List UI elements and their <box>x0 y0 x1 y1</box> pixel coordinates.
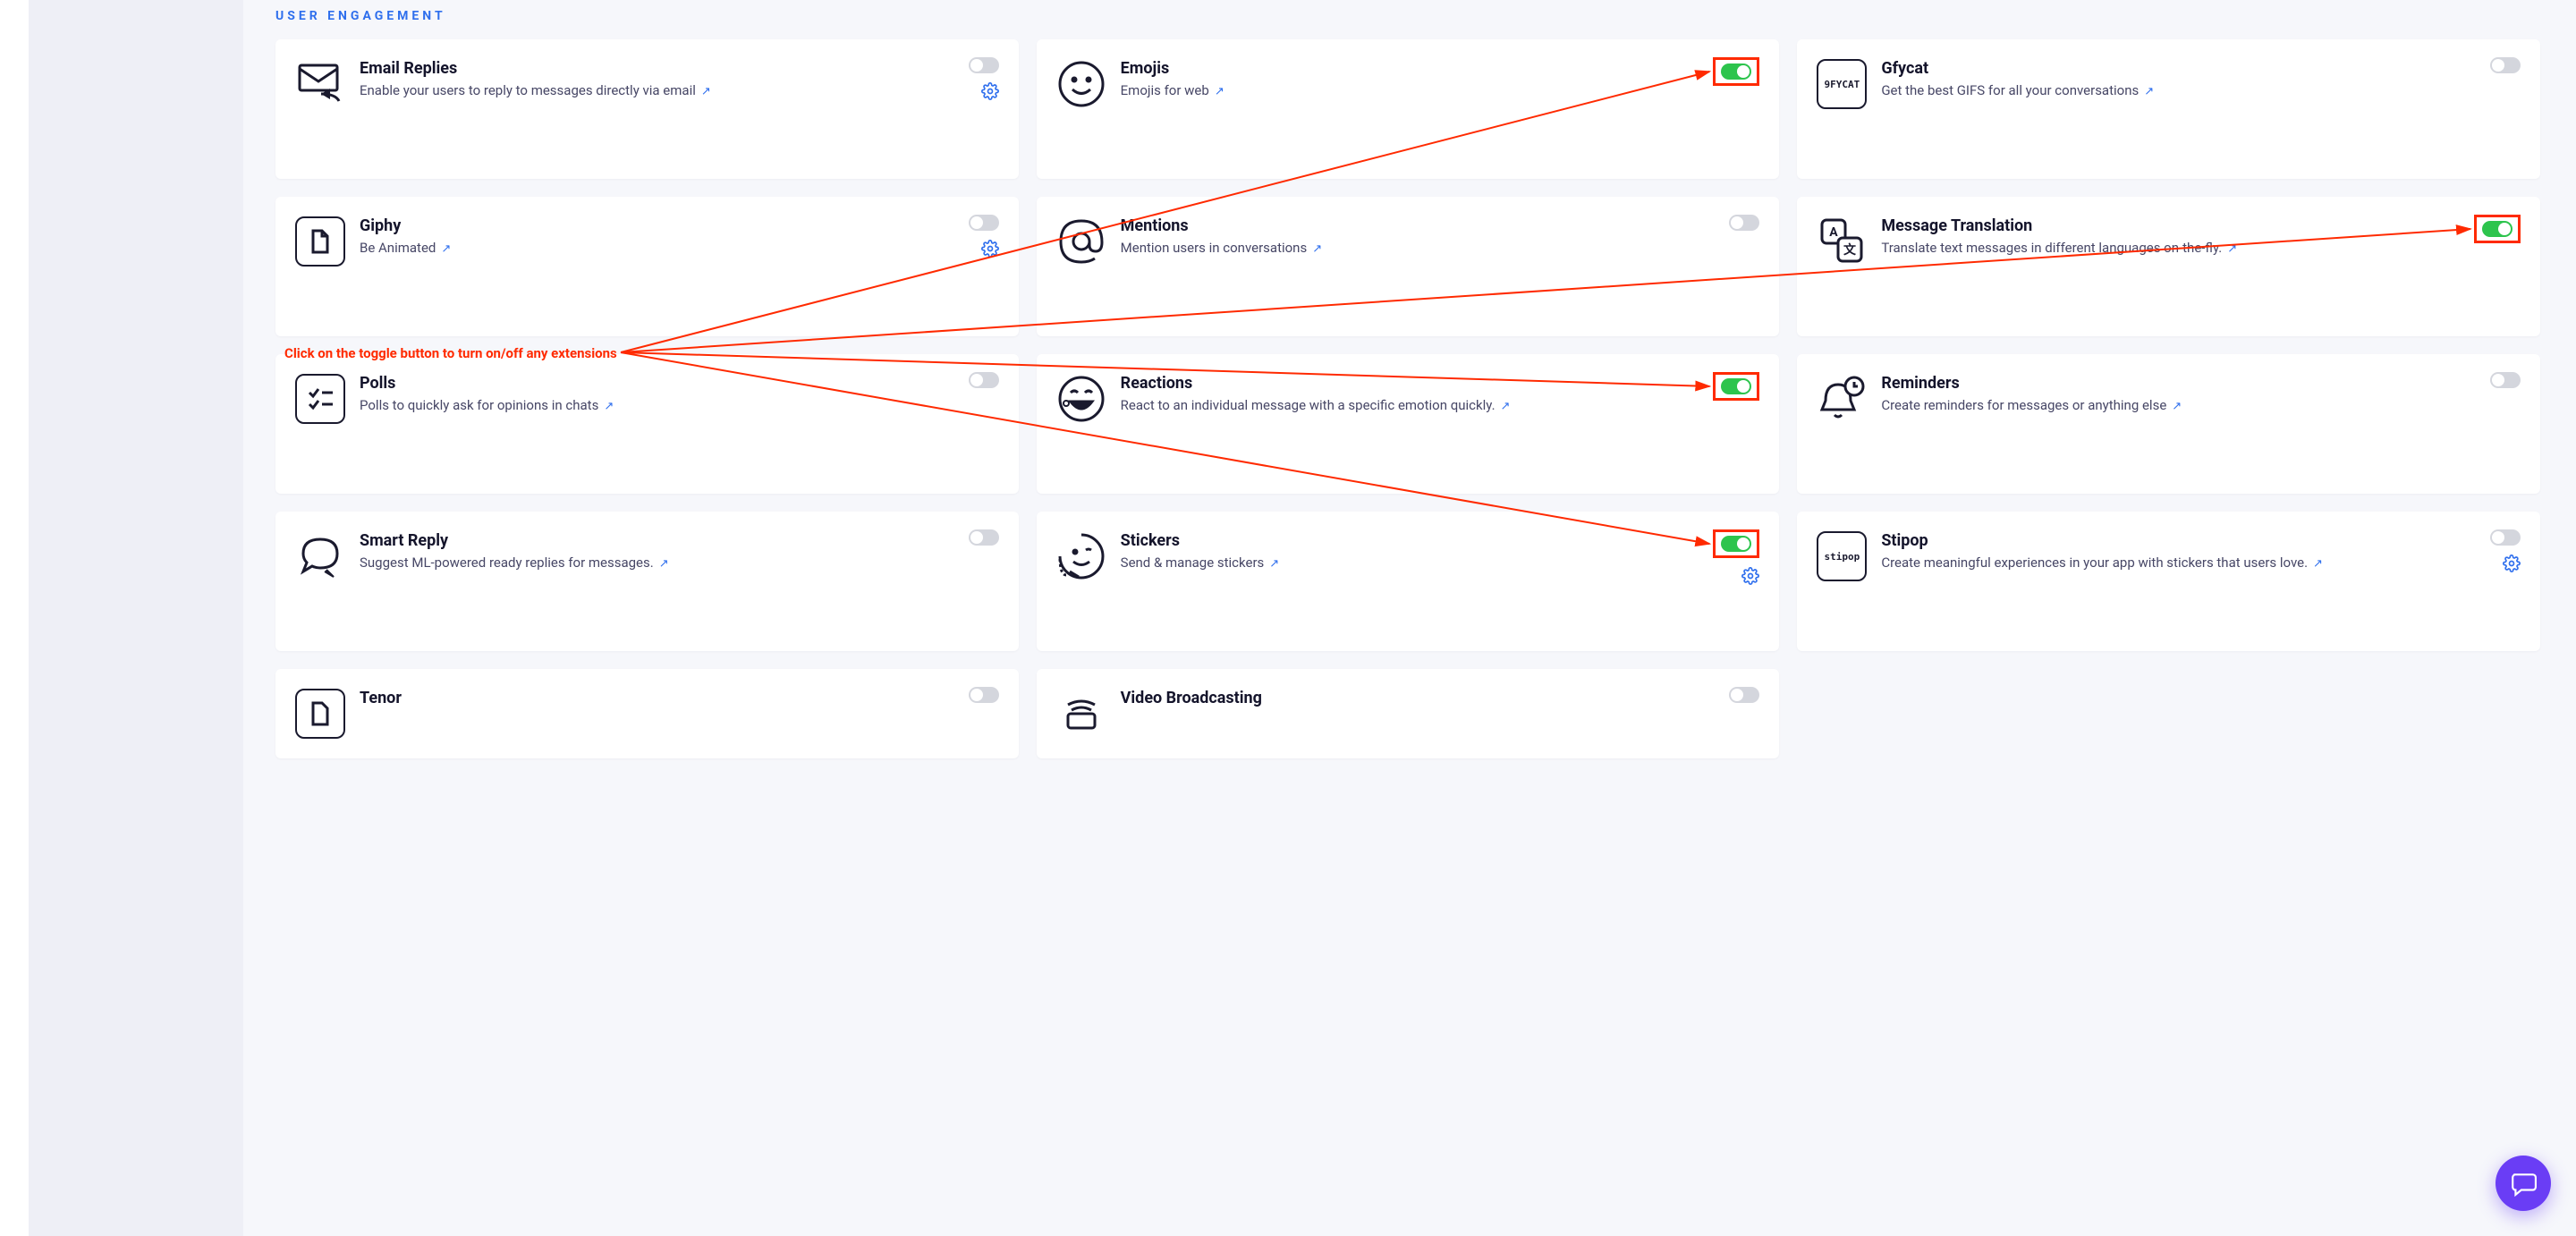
card-message-translation: A文 Message Translation Translate text me… <box>1797 197 2540 336</box>
sidebar-placeholder <box>29 0 243 1236</box>
smiley-icon <box>1056 59 1106 109</box>
external-link-icon[interactable]: ↗ <box>659 556 669 573</box>
external-link-icon[interactable]: ↗ <box>1501 399 1511 416</box>
broadcast-icon <box>1056 689 1106 739</box>
card-reminders: Reminders Create reminders for messages … <box>1797 354 2540 494</box>
bell-clock-icon <box>1817 374 1867 424</box>
card-title: Message Translation <box>1881 216 2519 235</box>
card-email-replies: Email Replies Enable your users to reply… <box>275 39 1019 179</box>
annotation-highlight-box <box>1713 372 1759 401</box>
toggle-message-translation[interactable] <box>2482 221 2512 237</box>
card-title: Reactions <box>1121 374 1758 393</box>
card-desc: Translate text messages in different lan… <box>1881 239 2519 258</box>
toggle-mentions[interactable] <box>1729 215 1759 231</box>
card-title: Gfycat <box>1881 59 2519 78</box>
extensions-grid: Email Replies Enable your users to reply… <box>275 39 2540 758</box>
toggle-email-replies[interactable] <box>969 57 999 73</box>
toggle-emojis[interactable] <box>1721 63 1751 80</box>
card-polls: Polls Polls to quickly ask for opinions … <box>275 354 1019 494</box>
card-desc: Emojis for web↗ <box>1121 81 1758 101</box>
envelope-reply-icon <box>295 59 345 109</box>
at-sign-icon <box>1056 216 1106 267</box>
checklist-icon <box>295 374 345 424</box>
card-title: Giphy <box>360 216 997 235</box>
main-content: USER ENGAGEMENT Email Replies Enable you… <box>243 0 2576 1236</box>
external-link-icon[interactable]: ↗ <box>701 84 711 101</box>
gear-icon[interactable] <box>981 240 999 261</box>
gear-icon[interactable] <box>1741 567 1759 588</box>
card-desc: Get the best GIFS for all your conversat… <box>1881 81 2519 101</box>
external-link-icon[interactable]: ↗ <box>1215 84 1224 101</box>
laugh-icon <box>1056 374 1106 424</box>
toggle-giphy[interactable] <box>969 215 999 231</box>
toggle-reminders[interactable] <box>2490 372 2521 388</box>
card-title: Polls <box>360 374 997 393</box>
stipop-logo-icon: stipop <box>1817 531 1867 581</box>
external-link-icon[interactable]: ↗ <box>2313 556 2323 573</box>
svg-text:文: 文 <box>1843 242 1857 258</box>
card-tenor: Tenor <box>275 669 1019 758</box>
external-link-icon[interactable]: ↗ <box>2144 84 2154 101</box>
card-title: Tenor <box>360 689 997 707</box>
card-title: Mentions <box>1121 216 1758 235</box>
card-title: Smart Reply <box>360 531 997 550</box>
card-gfycat: 9FYCAT Gfycat Get the best GIFS for all … <box>1797 39 2540 179</box>
card-title: Reminders <box>1881 374 2519 393</box>
card-title: Video Broadcasting <box>1121 689 1758 707</box>
card-desc: Enable your users to reply to messages d… <box>360 81 997 101</box>
external-link-icon[interactable]: ↗ <box>2172 399 2182 416</box>
annotation-highlight-box <box>1713 57 1759 86</box>
card-title: Stickers <box>1121 531 1758 550</box>
card-desc: Create reminders for messages or anythin… <box>1881 396 2519 416</box>
section-title: USER ENGAGEMENT <box>275 9 2540 23</box>
card-title: Stipop <box>1881 531 2519 550</box>
chat-widget-button[interactable] <box>2496 1156 2551 1211</box>
translate-icon: A文 <box>1817 216 1867 267</box>
card-desc: Be Animated↗ <box>360 239 997 258</box>
external-link-icon[interactable]: ↗ <box>1312 241 1322 258</box>
toggle-polls[interactable] <box>969 372 999 388</box>
gfycat-logo-icon: 9FYCAT <box>1817 59 1867 109</box>
card-giphy: Giphy Be Animated↗ <box>275 197 1019 336</box>
annotation-highlight-box <box>2474 215 2521 243</box>
card-desc: Mention users in conversations↗ <box>1121 239 1758 258</box>
file-icon <box>295 216 345 267</box>
card-title: Emojis <box>1121 59 1758 78</box>
left-gutter <box>0 0 29 1236</box>
card-stickers: Stickers Send & manage stickers↗ <box>1037 512 1780 651</box>
toggle-tenor[interactable] <box>969 687 999 703</box>
toggle-stickers[interactable] <box>1721 536 1751 552</box>
external-link-icon[interactable]: ↗ <box>1269 556 1279 573</box>
svg-text:A: A <box>1830 225 1839 240</box>
card-reactions: Reactions React to an individual message… <box>1037 354 1780 494</box>
card-desc: Suggest ML-powered ready replies for mes… <box>360 554 997 573</box>
card-desc: React to an individual message with a sp… <box>1121 396 1758 416</box>
card-smart-reply: Smart Reply Suggest ML-powered ready rep… <box>275 512 1019 651</box>
wink-sticker-icon <box>1056 531 1106 581</box>
chat-arrow-icon <box>295 531 345 581</box>
external-link-icon[interactable]: ↗ <box>604 399 614 416</box>
toggle-reactions[interactable] <box>1721 378 1751 394</box>
card-video-broadcasting: Video Broadcasting <box>1037 669 1780 758</box>
toggle-gfycat[interactable] <box>2490 57 2521 73</box>
card-desc: Create meaningful experiences in your ap… <box>1881 554 2519 573</box>
card-stipop: stipop Stipop Create meaningful experien… <box>1797 512 2540 651</box>
external-link-icon[interactable]: ↗ <box>441 241 451 258</box>
card-desc: Send & manage stickers↗ <box>1121 554 1758 573</box>
gear-icon[interactable] <box>2503 555 2521 576</box>
card-mentions: Mentions Mention users in conversations↗ <box>1037 197 1780 336</box>
file-icon <box>295 689 345 739</box>
toggle-video-broadcasting[interactable] <box>1729 687 1759 703</box>
card-title: Email Replies <box>360 59 997 78</box>
toggle-stipop[interactable] <box>2490 529 2521 546</box>
toggle-smart-reply[interactable] <box>969 529 999 546</box>
gear-icon[interactable] <box>981 82 999 104</box>
card-desc: Polls to quickly ask for opinions in cha… <box>360 396 997 416</box>
annotation-highlight-box <box>1713 529 1759 558</box>
card-emojis: Emojis Emojis for web↗ <box>1037 39 1780 179</box>
external-link-icon[interactable]: ↗ <box>2227 241 2237 258</box>
